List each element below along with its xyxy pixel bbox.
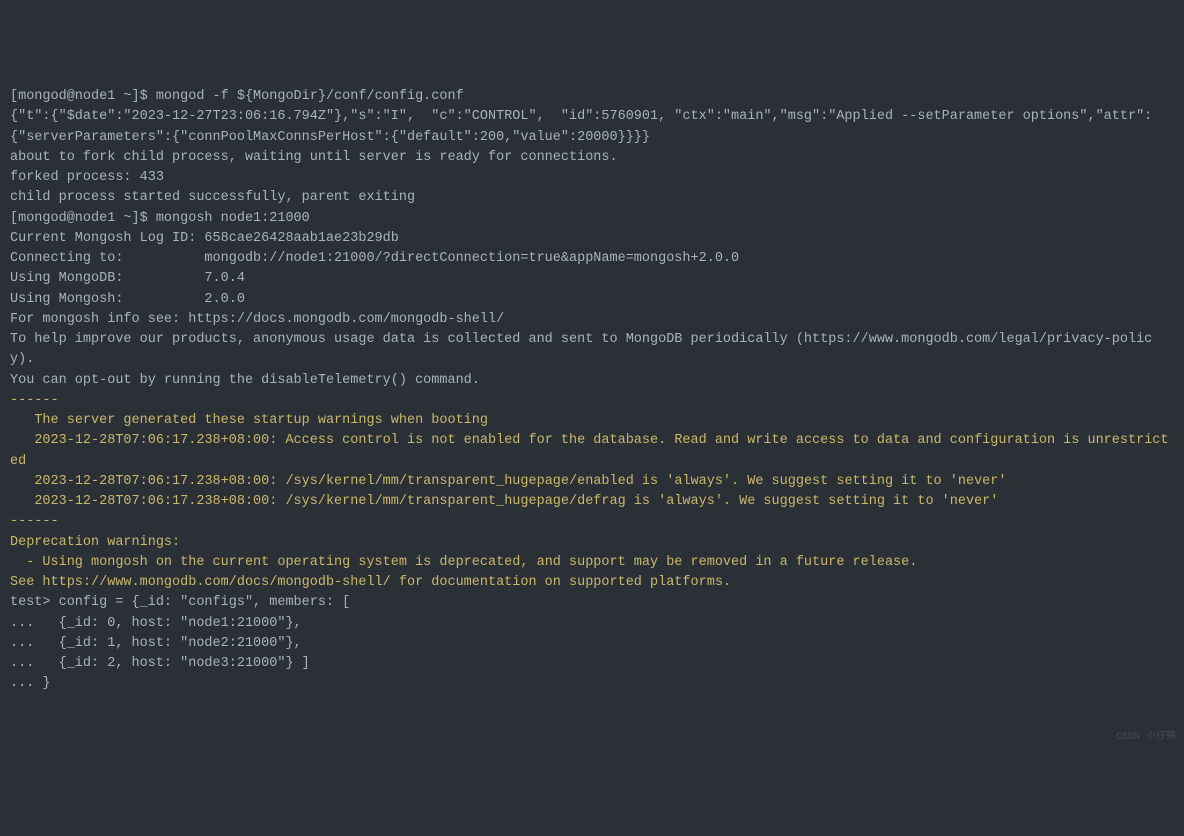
warning-separator: ------ [10, 512, 1174, 532]
terminal-line: [mongod@node1 ~]$ mongod -f ${MongoDir}/… [10, 87, 1174, 107]
deprecation-header: Deprecation warnings: [10, 533, 1174, 553]
mongosh-line: ... {_id: 2, host: "node3:21000"} ] [10, 654, 1174, 674]
continuation-prompt: ... [10, 616, 42, 631]
watermark-text: CSDN 小仔殇 [1116, 730, 1176, 745]
terminal-output: child process started successfully, pare… [10, 188, 1174, 208]
terminal-output: To help improve our products, anonymous … [10, 330, 1174, 371]
terminal-output: Using MongoDB: 7.0.4 [10, 269, 1174, 289]
terminal-line: [mongod@node1 ~]$ mongosh node1:21000 [10, 209, 1174, 229]
mongosh-line: ... } [10, 674, 1174, 694]
terminal-output: forked process: 433 [10, 168, 1174, 188]
warning-header: The server generated these startup warni… [10, 411, 1174, 431]
mongosh-line: ... {_id: 1, host: "node2:21000"}, [10, 634, 1174, 654]
mongosh-prompt: test> [10, 595, 59, 610]
command-text[interactable]: } [42, 676, 50, 691]
terminal-output: For mongosh info see: https://docs.mongo… [10, 310, 1174, 330]
command-text[interactable]: {_id: 1, host: "node2:21000"}, [42, 636, 301, 651]
command-text[interactable]: {_id: 2, host: "node3:21000"} ] [42, 656, 309, 671]
command-text[interactable]: mongosh node1:21000 [156, 211, 310, 226]
terminal-output: You can opt-out by running the disableTe… [10, 371, 1174, 391]
shell-prompt: [mongod@node1 ~]$ [10, 211, 156, 226]
terminal-output: Connecting to: mongodb://node1:21000/?di… [10, 249, 1174, 269]
command-text[interactable]: {_id: 0, host: "node1:21000"}, [42, 616, 301, 631]
terminal-output: about to fork child process, waiting unt… [10, 148, 1174, 168]
continuation-prompt: ... [10, 676, 42, 691]
warning-line: 2023-12-28T07:06:17.238+08:00: /sys/kern… [10, 492, 1174, 512]
command-text[interactable]: mongod -f ${MongoDir}/conf/config.conf [156, 89, 464, 104]
warning-separator: ------ [10, 391, 1174, 411]
command-text[interactable]: config = {_id: "configs", members: [ [59, 595, 351, 610]
warning-line: 2023-12-28T07:06:17.238+08:00: Access co… [10, 431, 1174, 472]
deprecation-line: See https://www.mongodb.com/docs/mongodb… [10, 573, 1174, 593]
terminal-output: Current Mongosh Log ID: 658cae26428aab1a… [10, 229, 1174, 249]
terminal-output: Using Mongosh: 2.0.0 [10, 290, 1174, 310]
mongosh-line: test> config = {_id: "configs", members:… [10, 593, 1174, 613]
deprecation-line: - Using mongosh on the current operating… [10, 553, 1174, 573]
warning-line: 2023-12-28T07:06:17.238+08:00: /sys/kern… [10, 472, 1174, 492]
terminal-output: {"t":{"$date":"2023-12-27T23:06:16.794Z"… [10, 107, 1174, 148]
continuation-prompt: ... [10, 656, 42, 671]
shell-prompt: [mongod@node1 ~]$ [10, 89, 156, 104]
continuation-prompt: ... [10, 636, 42, 651]
mongosh-line: ... {_id: 0, host: "node1:21000"}, [10, 614, 1174, 634]
